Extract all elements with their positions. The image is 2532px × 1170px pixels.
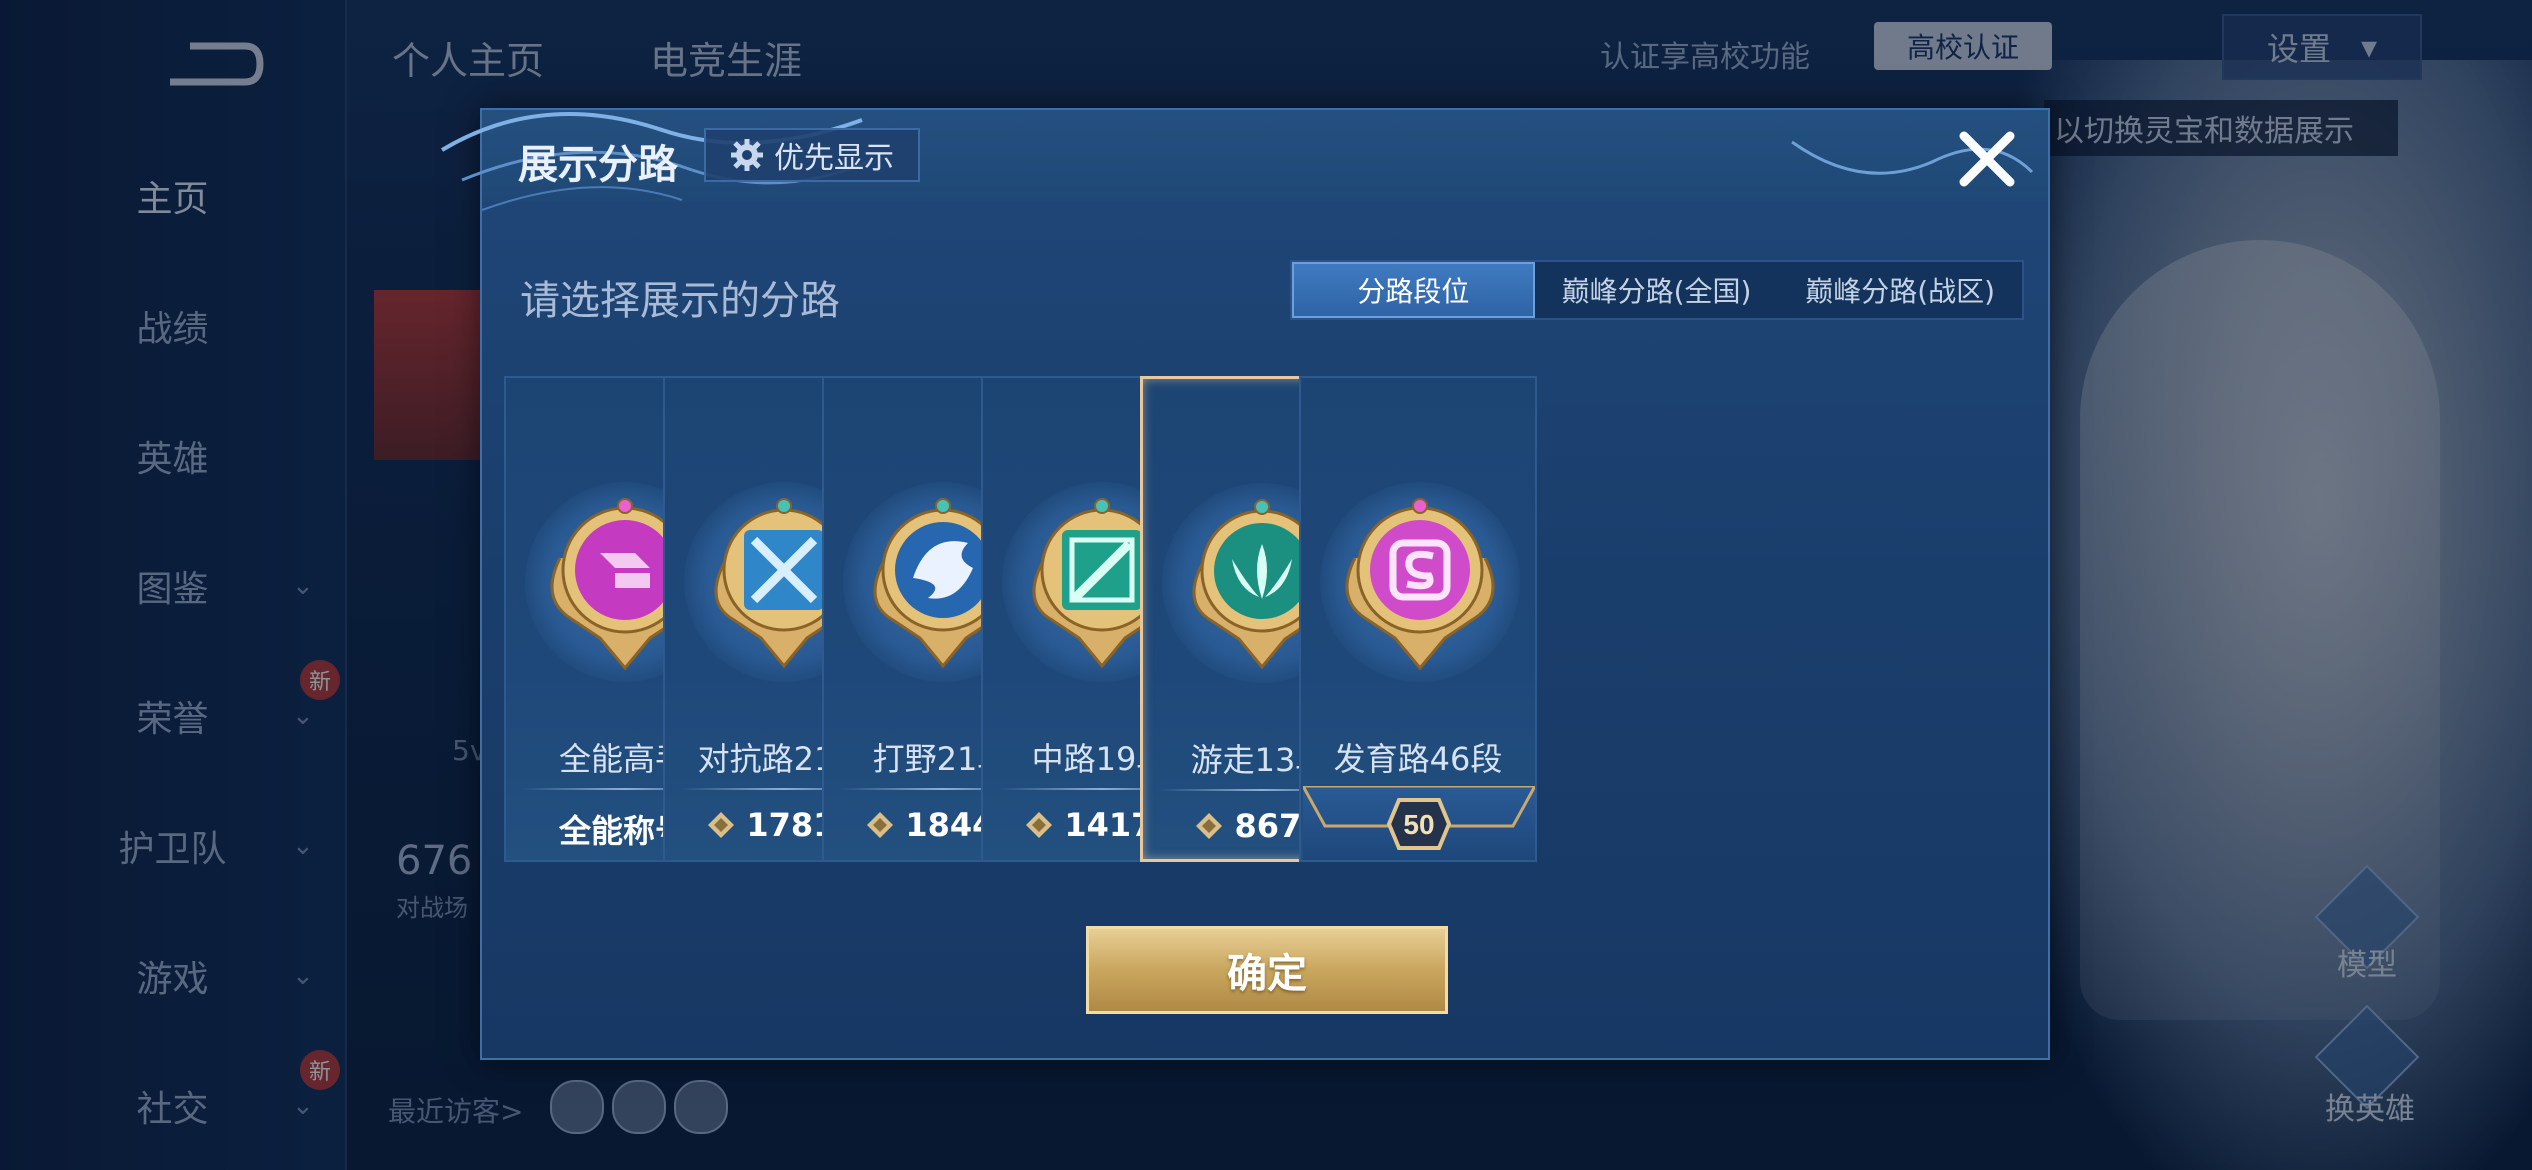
- close-icon[interactable]: [1952, 124, 2022, 194]
- level-banner-frame: 50: [1300, 784, 1538, 850]
- priority-display-label: 优先显示: [774, 141, 894, 176]
- battle-points-icon: [708, 812, 735, 838]
- tab-peak-lane-region[interactable]: 巅峰分路(战区): [1778, 262, 2022, 318]
- gear-icon: [731, 139, 763, 171]
- battle-points-icon: [1196, 813, 1223, 839]
- battle-points-icon: [867, 812, 894, 838]
- priority-display-button[interactable]: 优先显示: [704, 128, 920, 182]
- confirm-button[interactable]: 确定: [1086, 926, 1448, 1014]
- lane-card-list: 全能高手 全能称号 对抗路21段 17811 打野21段 18440 中路19段…: [504, 376, 2034, 862]
- lane-card-farm-lane[interactable]: 发育路46段 50: [1299, 376, 1538, 862]
- lane-tabs: 分路段位 巅峰分路(全国) 巅峰分路(战区): [1290, 260, 2024, 320]
- dialog-subtitle: 请选择展示的分路: [520, 278, 840, 324]
- confirm-label: 确定: [1227, 951, 1307, 997]
- farm-lane-emblem-icon: [1345, 498, 1495, 671]
- level-number: 50: [1403, 809, 1434, 840]
- tab-lane-rank[interactable]: 分路段位: [1292, 262, 1535, 318]
- dialog-title: 展示分路: [518, 142, 678, 188]
- battle-points-icon: [1026, 812, 1053, 838]
- level-banner: 50: [1300, 784, 1538, 860]
- lane-display-dialog: 展示分路 优先显示 请选择展示的分路 分路段位 巅峰分路(全国) 巅峰分路(战区…: [440, 108, 2050, 1060]
- lane-card-label: 发育路46段: [1333, 740, 1503, 778]
- tab-peak-lane-national[interactable]: 巅峰分路(全国): [1535, 262, 1779, 318]
